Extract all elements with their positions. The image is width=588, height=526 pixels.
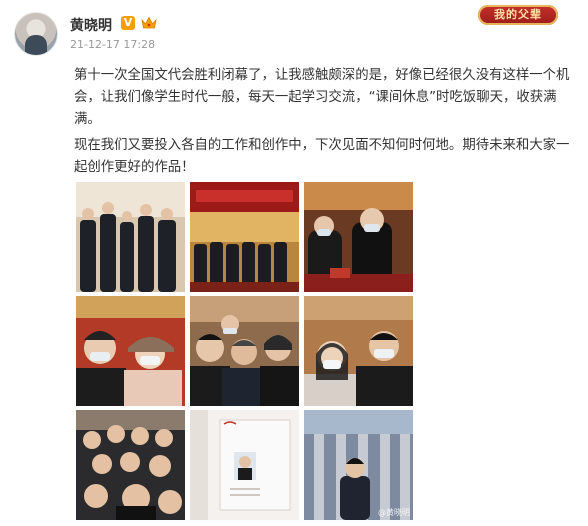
photo-selfie-group[interactable] bbox=[190, 296, 299, 406]
photo-selfie-hat[interactable] bbox=[76, 296, 185, 406]
crown-icon bbox=[141, 16, 157, 29]
photo-group-hall[interactable] bbox=[76, 182, 185, 292]
promo-banner[interactable]: 我的父辈 bbox=[478, 5, 558, 25]
verified-badge-icon: V bbox=[121, 16, 135, 30]
photo-building-exterior[interactable]: @黄晓明 bbox=[304, 410, 413, 520]
author-avatar[interactable] bbox=[14, 12, 58, 56]
photo-certificate[interactable] bbox=[190, 410, 299, 520]
post-timestamp[interactable]: 21-12-17 17:28 bbox=[70, 38, 155, 51]
photo-watermark: @黄晓明 bbox=[378, 508, 410, 517]
photo-stage-banner[interactable] bbox=[190, 182, 299, 292]
author-name[interactable]: 黄晓明 bbox=[70, 15, 112, 35]
post-text-paragraph-2: 现在我们又要投入各自的工作和创作中，下次见面不知何时何地。期待未来和大家一起创作… bbox=[74, 138, 570, 175]
photo-grid: @黄晓明 bbox=[76, 182, 414, 520]
photo-selfie-masks[interactable] bbox=[304, 296, 413, 406]
post-text-paragraph-1: 第十一次全国文代会胜利闭幕了，让我感触颇深的是，好像已经很久没有这样一个机会，让… bbox=[74, 68, 570, 127]
photo-crowd-selfie[interactable] bbox=[76, 410, 185, 520]
photo-meeting-masks[interactable] bbox=[304, 182, 413, 292]
weibo-post: 黄晓明 V 21-12-17 17:28 我的父辈 第十一次全国文代会胜利闭幕了… bbox=[0, 0, 588, 526]
